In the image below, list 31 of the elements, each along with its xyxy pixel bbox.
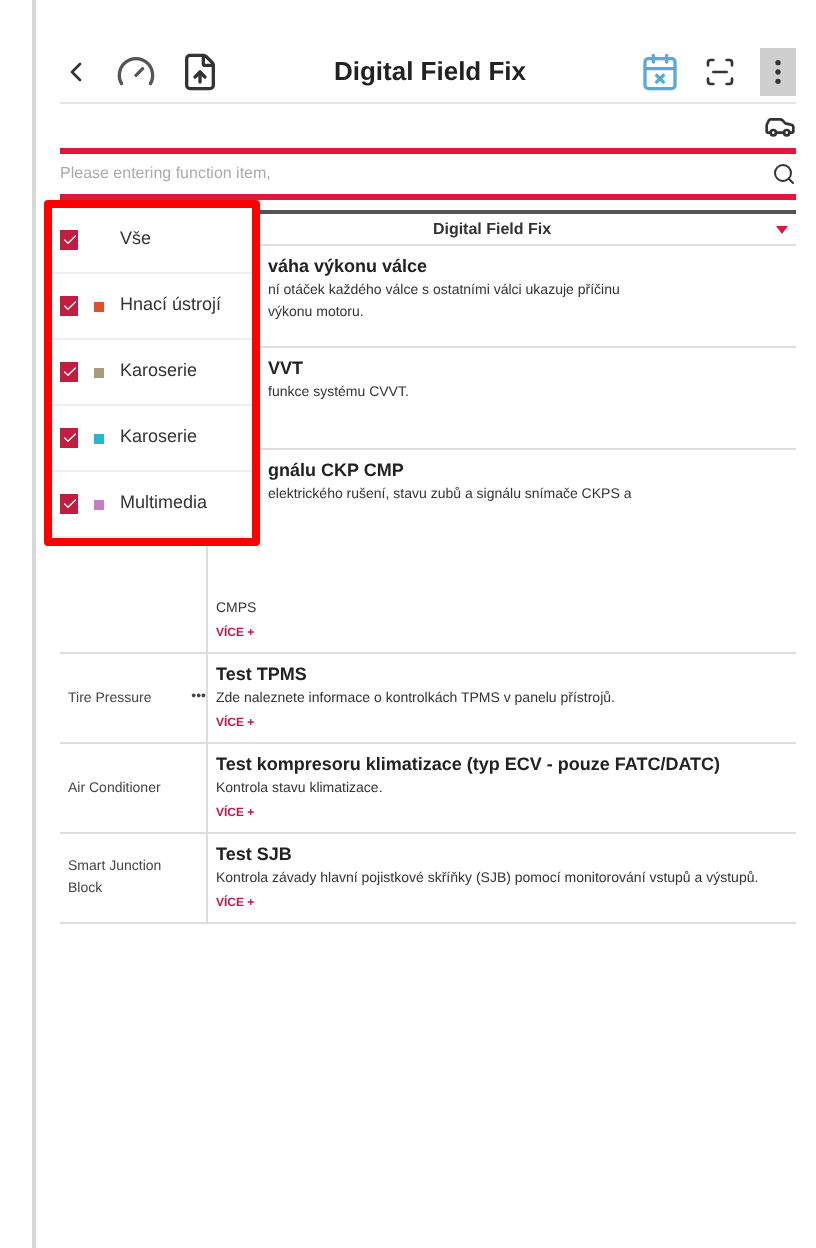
calendar-x-icon[interactable] bbox=[640, 51, 680, 91]
test-title: Test kompresoru klimatizace (typ ECV - pouze FATC/DATC) bbox=[214, 752, 723, 778]
filter-label: Hnací ústrojí bbox=[120, 292, 222, 319]
scan-icon[interactable] bbox=[704, 55, 736, 87]
filter-label: Karoserie bbox=[120, 424, 198, 451]
test-title: Test SJB bbox=[214, 842, 294, 868]
test-title: Test TPMS bbox=[214, 662, 309, 688]
column-header: Digital Field Fix bbox=[430, 217, 554, 241]
filter-label: Vše bbox=[120, 226, 152, 253]
test-title: VVT bbox=[266, 356, 306, 382]
file-upload-icon[interactable] bbox=[180, 51, 220, 91]
test-title: gnálu CKP CMP bbox=[266, 458, 406, 484]
checkbox[interactable] bbox=[60, 494, 78, 514]
checkbox[interactable] bbox=[60, 428, 78, 448]
search-icon[interactable] bbox=[772, 162, 796, 186]
filter-label: Karoserie bbox=[120, 358, 198, 385]
checkbox[interactable] bbox=[60, 362, 78, 382]
gauge-icon[interactable] bbox=[116, 51, 156, 91]
filter-option[interactable]: Karoserie bbox=[52, 406, 252, 472]
filter-option[interactable]: Vše bbox=[52, 208, 252, 274]
search-field[interactable]: Please entering function item, bbox=[60, 162, 772, 186]
filter-option[interactable]: Hnací ústrojí bbox=[52, 274, 252, 340]
menu-button[interactable] bbox=[760, 47, 796, 95]
window-title: Digital Field Fix bbox=[331, 53, 529, 90]
filter-option[interactable]: Multimedia bbox=[52, 472, 252, 538]
checkbox[interactable] bbox=[60, 230, 78, 250]
checkbox[interactable] bbox=[60, 296, 78, 316]
dropdown-caret-icon[interactable] bbox=[776, 225, 788, 233]
filter-label: Multimedia bbox=[120, 490, 208, 517]
filter-option[interactable]: Karoserie bbox=[52, 340, 252, 406]
test-title: váha výkonu válce bbox=[266, 254, 430, 280]
